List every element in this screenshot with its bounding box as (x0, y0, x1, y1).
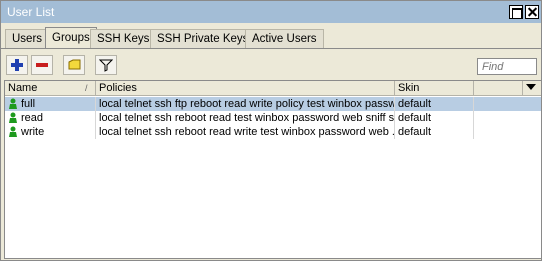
filter-icon (99, 59, 113, 72)
user-group-icon (9, 126, 17, 137)
row-policies-text: local telnet ssh ftp reboot read write p… (99, 98, 394, 110)
add-button[interactable] (6, 55, 28, 75)
table-row[interactable]: read local telnet ssh reboot read test w… (5, 111, 541, 125)
comment-button[interactable] (63, 55, 85, 75)
column-divider (394, 97, 395, 139)
table-header: Name / Policies Skin (5, 81, 541, 96)
column-skin-header[interactable]: Skin (395, 81, 474, 96)
row-policies-text: local telnet ssh reboot read write test … (99, 126, 394, 138)
column-name-header[interactable]: Name (5, 81, 96, 96)
maximize-button[interactable] (509, 5, 523, 19)
user-list-window: User List Users Groups SSH Keys SSH Priv… (0, 0, 542, 261)
table-row[interactable]: write local telnet ssh reboot read write… (5, 125, 541, 139)
filter-button[interactable] (95, 55, 117, 75)
row-policies-text: local telnet ssh reboot read test winbox… (99, 112, 394, 124)
user-group-icon (9, 98, 17, 109)
find-input[interactable] (477, 58, 537, 75)
groups-table: Name / Policies Skin full local telnet s… (4, 80, 542, 259)
column-policies-label: Policies (99, 82, 137, 94)
row-skin-text: default (398, 126, 432, 138)
toolbar (1, 49, 541, 79)
tab-ssh-keys[interactable]: SSH Keys (90, 29, 157, 49)
column-skin-label: Skin (398, 82, 420, 94)
column-empty-header (474, 81, 523, 96)
row-name-cell: write (5, 125, 95, 139)
close-button[interactable] (525, 5, 539, 19)
row-name-cell: full (5, 97, 95, 111)
row-name-cell: read (5, 111, 95, 125)
tab-active-users[interactable]: Active Users (245, 29, 324, 49)
column-name-label: Name (8, 82, 38, 94)
note-icon (68, 59, 81, 70)
tab-users[interactable]: Users (5, 29, 50, 49)
column-divider (95, 97, 96, 139)
row-name-text: full (21, 98, 36, 110)
tab-bar: Users Groups SSH Keys SSH Private Keys A… (1, 27, 541, 49)
remove-button[interactable] (31, 55, 53, 75)
column-chooser-dropdown-icon[interactable] (526, 84, 536, 90)
tab-groups[interactable]: Groups (45, 27, 97, 49)
tab-ssh-private-keys[interactable]: SSH Private Keys (150, 29, 256, 49)
table-row[interactable]: full local telnet ssh ftp reboot read wr… (5, 97, 541, 111)
window-title: User List (7, 5, 55, 19)
row-name-text: write (21, 126, 45, 138)
plus-icon (11, 59, 23, 71)
column-policies-header[interactable]: Policies (96, 81, 395, 96)
sort-indicator-icon: / (85, 83, 88, 93)
title-bar[interactable]: User List (1, 1, 541, 23)
row-name-text: read (21, 112, 44, 124)
column-divider (473, 97, 474, 139)
user-group-icon (9, 112, 17, 123)
minus-icon (36, 63, 48, 67)
row-skin-text: default (398, 112, 432, 124)
row-skin-text: default (398, 98, 432, 110)
